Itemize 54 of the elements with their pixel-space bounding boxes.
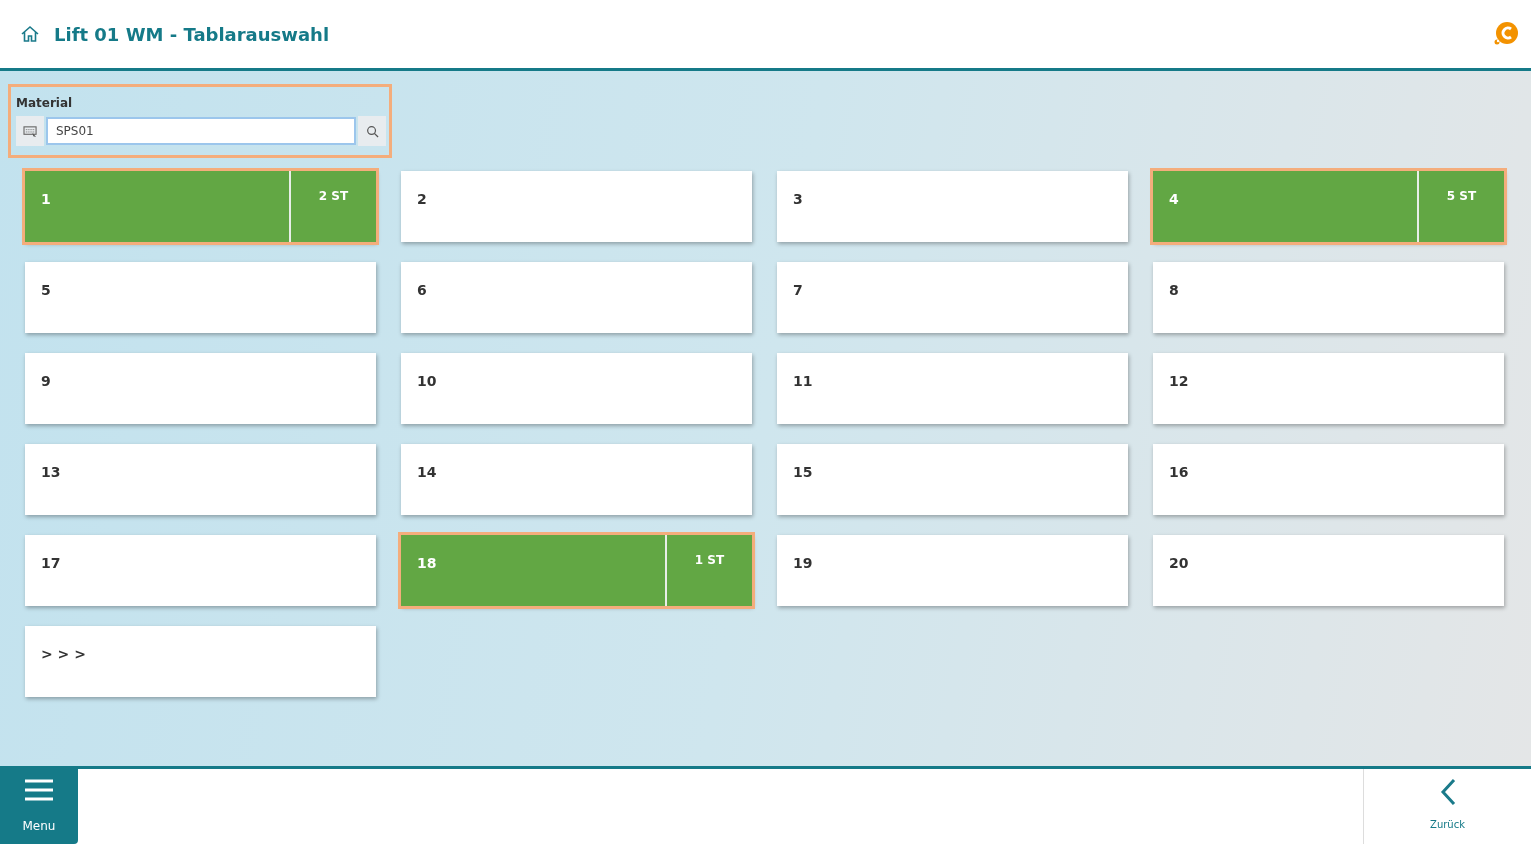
logo-icon (1493, 21, 1519, 47)
shelf-tile[interactable]: 8 (1153, 262, 1504, 333)
tile-number: 20 (1169, 555, 1189, 571)
shelf-tile[interactable]: 14 (401, 444, 752, 515)
tile-number: 17 (41, 555, 61, 571)
page-title: Lift 01 WM - Tablarauswahl (54, 23, 330, 45)
shelf-tile[interactable]: 11 (777, 353, 1128, 424)
tile-number: 18 (417, 555, 437, 571)
tile-number: 6 (417, 282, 427, 298)
search-button[interactable] (358, 116, 386, 146)
tile-number: 4 (1169, 191, 1179, 207)
tile-quantity: 1 ST (665, 535, 752, 606)
shelf-tile[interactable]: 9 (25, 353, 376, 424)
menu-icon (25, 779, 53, 801)
shelf-tile[interactable]: 7 (777, 262, 1128, 333)
tile-number: 14 (417, 464, 437, 480)
shelf-tile[interactable]: 6 (401, 262, 752, 333)
shelf-tile[interactable]: 20 (1153, 535, 1504, 606)
shelf-tile[interactable]: 19 (777, 535, 1128, 606)
home-icon[interactable] (20, 24, 40, 44)
tile-number: 8 (1169, 282, 1179, 298)
tile-number: 10 (417, 373, 437, 389)
tile-number: 12 (1169, 373, 1189, 389)
tile-number: 9 (41, 373, 51, 389)
tile-quantity: 5 ST (1417, 171, 1504, 242)
tile-number: 3 (793, 191, 803, 207)
tile-number: 15 (793, 464, 813, 480)
shelf-tile[interactable]: 15 (777, 444, 1128, 515)
menu-button[interactable]: Menu (0, 769, 78, 844)
keyboard-button[interactable] (16, 116, 44, 146)
shelf-tile[interactable]: 16 (1153, 444, 1504, 515)
field-label: Material (16, 96, 74, 110)
tile-number: 11 (793, 373, 813, 389)
tile-number: 2 (417, 191, 427, 207)
shelf-tile[interactable]: 13 (25, 444, 376, 515)
tile-number: > > > (41, 646, 86, 662)
tile-quantity: 2 ST (289, 171, 376, 242)
shelf-tile[interactable]: 5 (25, 262, 376, 333)
shelf-tile[interactable]: 10 (401, 353, 752, 424)
keyboard-icon (22, 124, 38, 138)
shelf-tile[interactable]: 3 (777, 171, 1128, 242)
tile-number: 19 (793, 555, 813, 571)
shelf-tile[interactable]: 2 (401, 171, 752, 242)
tile-number: 7 (793, 282, 803, 298)
tile-number: 13 (41, 464, 61, 480)
shelf-tile[interactable]: > > > (25, 626, 376, 697)
shelf-tile[interactable]: 17 (25, 535, 376, 606)
input-field[interactable]: SPS01 (46, 117, 356, 145)
tile-number: 1 (41, 191, 51, 207)
chevron-left-icon (1439, 779, 1456, 805)
tile-number: 5 (41, 282, 51, 298)
shelf-tile[interactable]: 12 (1153, 353, 1504, 424)
search-icon (365, 124, 379, 138)
tile-number: 16 (1169, 464, 1189, 480)
